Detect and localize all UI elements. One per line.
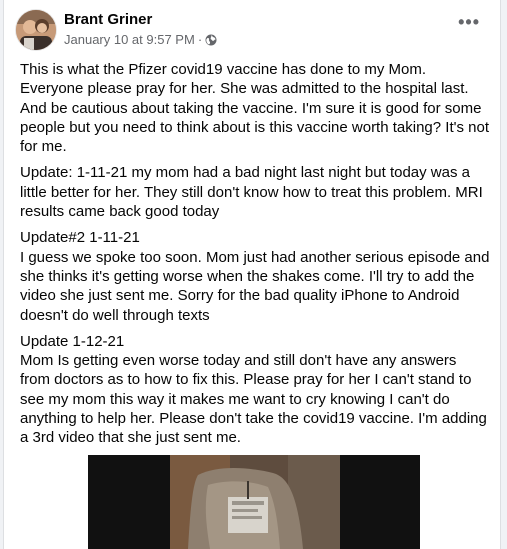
avatar[interactable]: [16, 10, 56, 50]
post-text: This is what the Pfizer covid19 vaccine …: [20, 60, 490, 455]
more-options-icon[interactable]: •••: [458, 13, 480, 31]
globe-icon[interactable]: [205, 34, 217, 46]
video-thumbnail: [88, 455, 420, 549]
post-paragraph: Update#2 1-11-21 I guess we spoke too so…: [20, 229, 490, 324]
post-meta: January 10 at 9:57 PM ·: [64, 32, 217, 47]
meta-separator: ·: [197, 32, 203, 47]
post-header: Brant Griner January 10 at 9:57 PM · •••: [4, 0, 500, 56]
post-video[interactable]: [88, 455, 420, 549]
post-paragraph: Update 1-12-21 Mom Is getting even worse…: [20, 332, 487, 447]
post-card: Brant Griner January 10 at 9:57 PM · •••…: [3, 0, 501, 549]
post-timestamp[interactable]: January 10 at 9:57 PM: [64, 32, 195, 47]
post-paragraph: Update: 1-11-21 my mom had a bad night l…: [20, 164, 483, 221]
author-name[interactable]: Brant Griner: [64, 11, 152, 28]
avatar-photo-icon: [16, 10, 56, 50]
post-paragraph: This is what the Pfizer covid19 vaccine …: [20, 61, 489, 156]
